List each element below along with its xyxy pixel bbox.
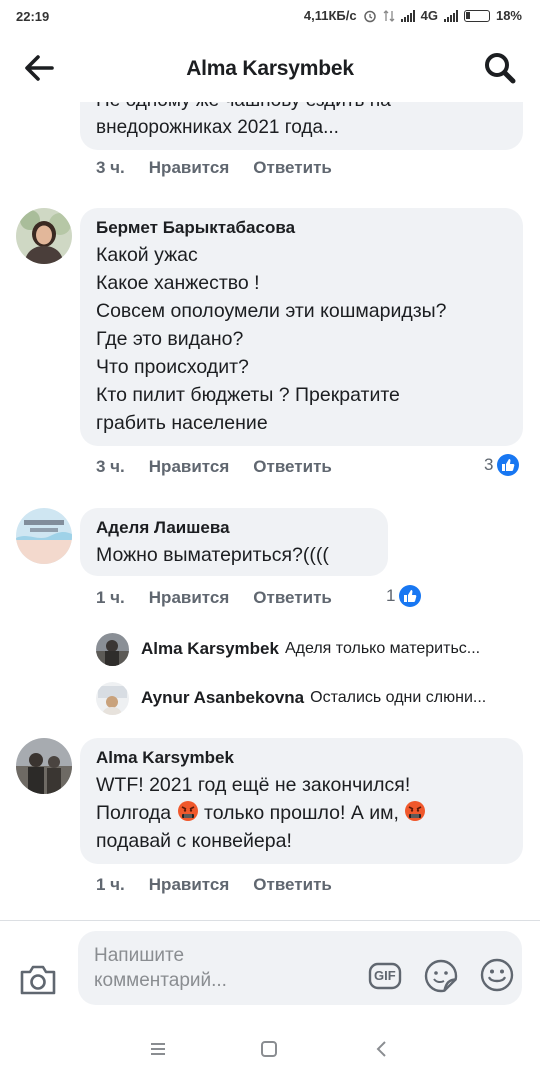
smiley-icon xyxy=(480,958,514,992)
avatar-image xyxy=(16,208,72,264)
comment-text-line: Кто пилит бюджеты ? Прекратите xyxy=(96,384,400,406)
net-speed: 4,11КБ/с xyxy=(303,8,357,23)
avatar xyxy=(96,681,129,715)
status-indicators: 4,11КБ/с 4G 18% xyxy=(304,8,522,23)
comment-time: 1 ч. xyxy=(96,875,125,894)
comment-text-line: Какое ханжество ! xyxy=(96,272,260,294)
back-nav-button[interactable] xyxy=(370,1037,394,1061)
comment-actions: 1 ч. Нравится Ответить xyxy=(96,875,356,895)
reply-text: Аделя только материтьс... xyxy=(284,640,481,657)
comment-text-line: Совсем ополоумели эти кошмаридзы? xyxy=(96,300,447,322)
thumbs-up-icon xyxy=(497,454,520,476)
like-count: 1 xyxy=(386,586,396,605)
search-button[interactable] xyxy=(482,50,518,86)
alarm-icon xyxy=(363,10,376,22)
like-button[interactable]: Нравится xyxy=(149,875,230,895)
comment-text-part: только прошло! А им, xyxy=(203,802,399,824)
reply-button[interactable]: Ответить xyxy=(253,875,332,895)
angry-face-icon xyxy=(177,801,198,821)
comment-text-line: подавай с конвейера! xyxy=(96,830,292,852)
comment-text-line: Где это видано? xyxy=(96,328,244,350)
like-count: 3 xyxy=(484,455,494,474)
avatar-image xyxy=(16,508,72,564)
status-time: 22:19 xyxy=(16,9,50,24)
camera-button[interactable] xyxy=(18,963,58,997)
avatar[interactable] xyxy=(16,508,72,564)
comment-text: WTF! 2021 год ещё не закончился! Полгода… xyxy=(96,771,507,855)
comment-author[interactable]: Alma Karsymbek xyxy=(96,747,507,769)
menu-nav-button[interactable] xyxy=(146,1037,170,1061)
thumbs-up-icon xyxy=(399,585,422,607)
menu-icon xyxy=(151,1043,165,1055)
app-header: Alma Karsymbek xyxy=(0,34,540,102)
comment-bubble[interactable]: Alma Karsymbek WTF! 2021 год ещё не зако… xyxy=(80,738,523,864)
avatar xyxy=(96,632,129,666)
system-nav-bar xyxy=(0,1021,540,1080)
reaction-count[interactable]: 1 xyxy=(386,585,422,607)
comment-text: Какой ужас Какое ханжество ! Совсем опол… xyxy=(96,241,507,437)
comment-text-line: внедорожниках 2021 года... xyxy=(96,117,339,138)
reply-preview[interactable]: Aynur Asanbekovna Остались одни слюни... xyxy=(96,681,486,715)
comment-text-line: Можно выматериться?(((( xyxy=(96,544,329,566)
signal-icon xyxy=(400,9,415,22)
reply-author: Aynur Asanbekovna xyxy=(141,688,305,707)
avatar[interactable] xyxy=(16,208,72,264)
comment-author[interactable]: Бермет Барыктабасова xyxy=(96,217,507,239)
reply-preview[interactable]: Alma Karsymbek Аделя только материтьс... xyxy=(96,632,480,666)
comment-text-line: грабить население xyxy=(96,412,268,434)
comment-text-line: WTF! 2021 год ещё не закончился! xyxy=(96,774,411,796)
square-icon xyxy=(261,1041,277,1057)
signal-icon-2 xyxy=(443,9,458,22)
battery-icon xyxy=(463,9,490,22)
comment-author[interactable]: Аделя Лаишева xyxy=(96,517,372,539)
emoji-button[interactable] xyxy=(479,957,515,993)
comment-input[interactable]: Напишите комментарий... GIF xyxy=(78,931,522,1005)
comment-actions: 3 ч. Нравится Ответить xyxy=(96,158,356,178)
reply-author: Alma Karsymbek xyxy=(141,639,279,658)
sticker-icon xyxy=(424,959,458,993)
like-button[interactable]: Нравится xyxy=(149,158,230,178)
comment-time: 3 ч. xyxy=(96,158,125,177)
camera-icon xyxy=(20,965,56,995)
chevron-left-icon xyxy=(376,1041,386,1057)
comment-text-line: Полгода только прошло! А им, xyxy=(96,799,507,827)
reply-button[interactable]: Ответить xyxy=(253,158,332,178)
network-type: 4G xyxy=(420,8,438,23)
like-button[interactable]: Нравится xyxy=(149,588,230,608)
home-nav-button[interactable] xyxy=(257,1037,281,1061)
like-button[interactable]: Нравится xyxy=(149,457,230,477)
reaction-count[interactable]: 3 xyxy=(484,454,520,476)
comment-input-placeholder: Напишите комментарий... xyxy=(94,943,354,993)
comment-actions: 3 ч. Нравится Ответить xyxy=(96,457,356,477)
page-title: Alma Karsymbek xyxy=(186,57,354,80)
comment-bubble[interactable]: Аделя Лаишева Можно выматериться?(((( xyxy=(80,508,388,576)
comment-actions: 1 ч. Нравится Ответить xyxy=(96,588,356,608)
comments-feed[interactable]: Не одному же чашнову ездить на внедорожн… xyxy=(0,102,540,920)
placeholder-line: комментарий... xyxy=(94,970,227,991)
placeholder-line: Напишите xyxy=(94,945,185,966)
reply-text: Остались одни слюни... xyxy=(310,689,487,706)
avatar-image xyxy=(16,738,72,794)
reply-button[interactable]: Ответить xyxy=(253,588,332,608)
status-bar: 22:19 4,11КБ/с 4G 18% xyxy=(0,0,540,34)
avatar[interactable] xyxy=(16,738,72,794)
data-transfer-icon xyxy=(383,9,395,22)
comment-text-part: Полгода xyxy=(96,802,172,824)
angry-face-icon xyxy=(405,801,426,821)
gif-label: GIF xyxy=(374,968,396,983)
search-icon xyxy=(485,53,516,84)
reply-button[interactable]: Ответить xyxy=(253,457,332,477)
comment-text-line: Какой ужас xyxy=(96,244,198,266)
battery-level: 18% xyxy=(495,8,522,23)
comment-composer: Напишите комментарий... GIF xyxy=(0,921,540,1021)
comment-text-line: Что происходит? xyxy=(96,356,249,378)
comment-text: Можно выматериться?(((( xyxy=(96,541,372,569)
sticker-button[interactable] xyxy=(422,957,460,995)
comment-time: 1 ч. xyxy=(96,588,125,607)
comment-time: 3 ч. xyxy=(96,457,125,476)
comment-bubble[interactable]: Бермет Барыктабасова Какой ужас Какое ха… xyxy=(80,208,523,446)
gif-button[interactable]: GIF xyxy=(368,961,402,991)
